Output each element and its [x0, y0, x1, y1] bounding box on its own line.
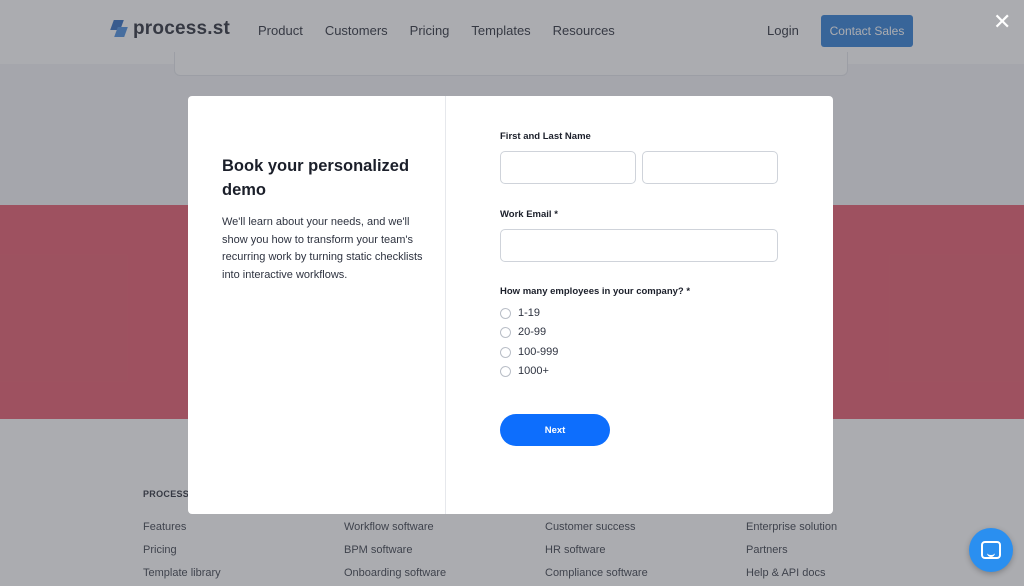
radio-button[interactable]	[500, 326, 511, 338]
chat-launcher-button[interactable]	[969, 528, 1013, 572]
employee-option-20-99[interactable]: 20-99	[500, 326, 546, 338]
employee-option-1-19[interactable]: 1-19	[500, 307, 540, 319]
demo-form: First and Last Name Work Email * How man…	[446, 96, 833, 514]
radio-button[interactable]	[500, 307, 511, 319]
radio-button[interactable]	[500, 346, 511, 358]
chat-icon	[981, 541, 1001, 559]
last-name-input[interactable]	[642, 151, 778, 184]
name-label: First and Last Name	[500, 131, 591, 142]
employee-option-100-999[interactable]: 100-999	[500, 346, 558, 358]
first-name-input[interactable]	[500, 151, 636, 184]
demo-booking-modal: Book your personalized demo We'll learn …	[188, 96, 833, 514]
work-email-input[interactable]	[500, 229, 778, 262]
radio-label: 1000+	[518, 365, 549, 377]
radio-label: 20-99	[518, 326, 547, 338]
modal-description: We'll learn about your needs, and we'll …	[222, 216, 423, 281]
close-icon[interactable]: ✕	[993, 11, 1011, 33]
next-button[interactable]: Next	[500, 414, 610, 446]
email-label: Work Email *	[500, 209, 558, 220]
radio-button[interactable]	[500, 365, 511, 377]
employee-option-1000-plus[interactable]: 1000+	[500, 365, 549, 377]
modal-title: Book your personalized demo	[222, 157, 410, 199]
employees-label: How many employees in your company? *	[500, 286, 691, 297]
radio-label: 1-19	[518, 307, 541, 319]
modal-intro-panel: Book your personalized demo We'll learn …	[188, 96, 446, 514]
radio-label: 100-999	[518, 346, 559, 358]
